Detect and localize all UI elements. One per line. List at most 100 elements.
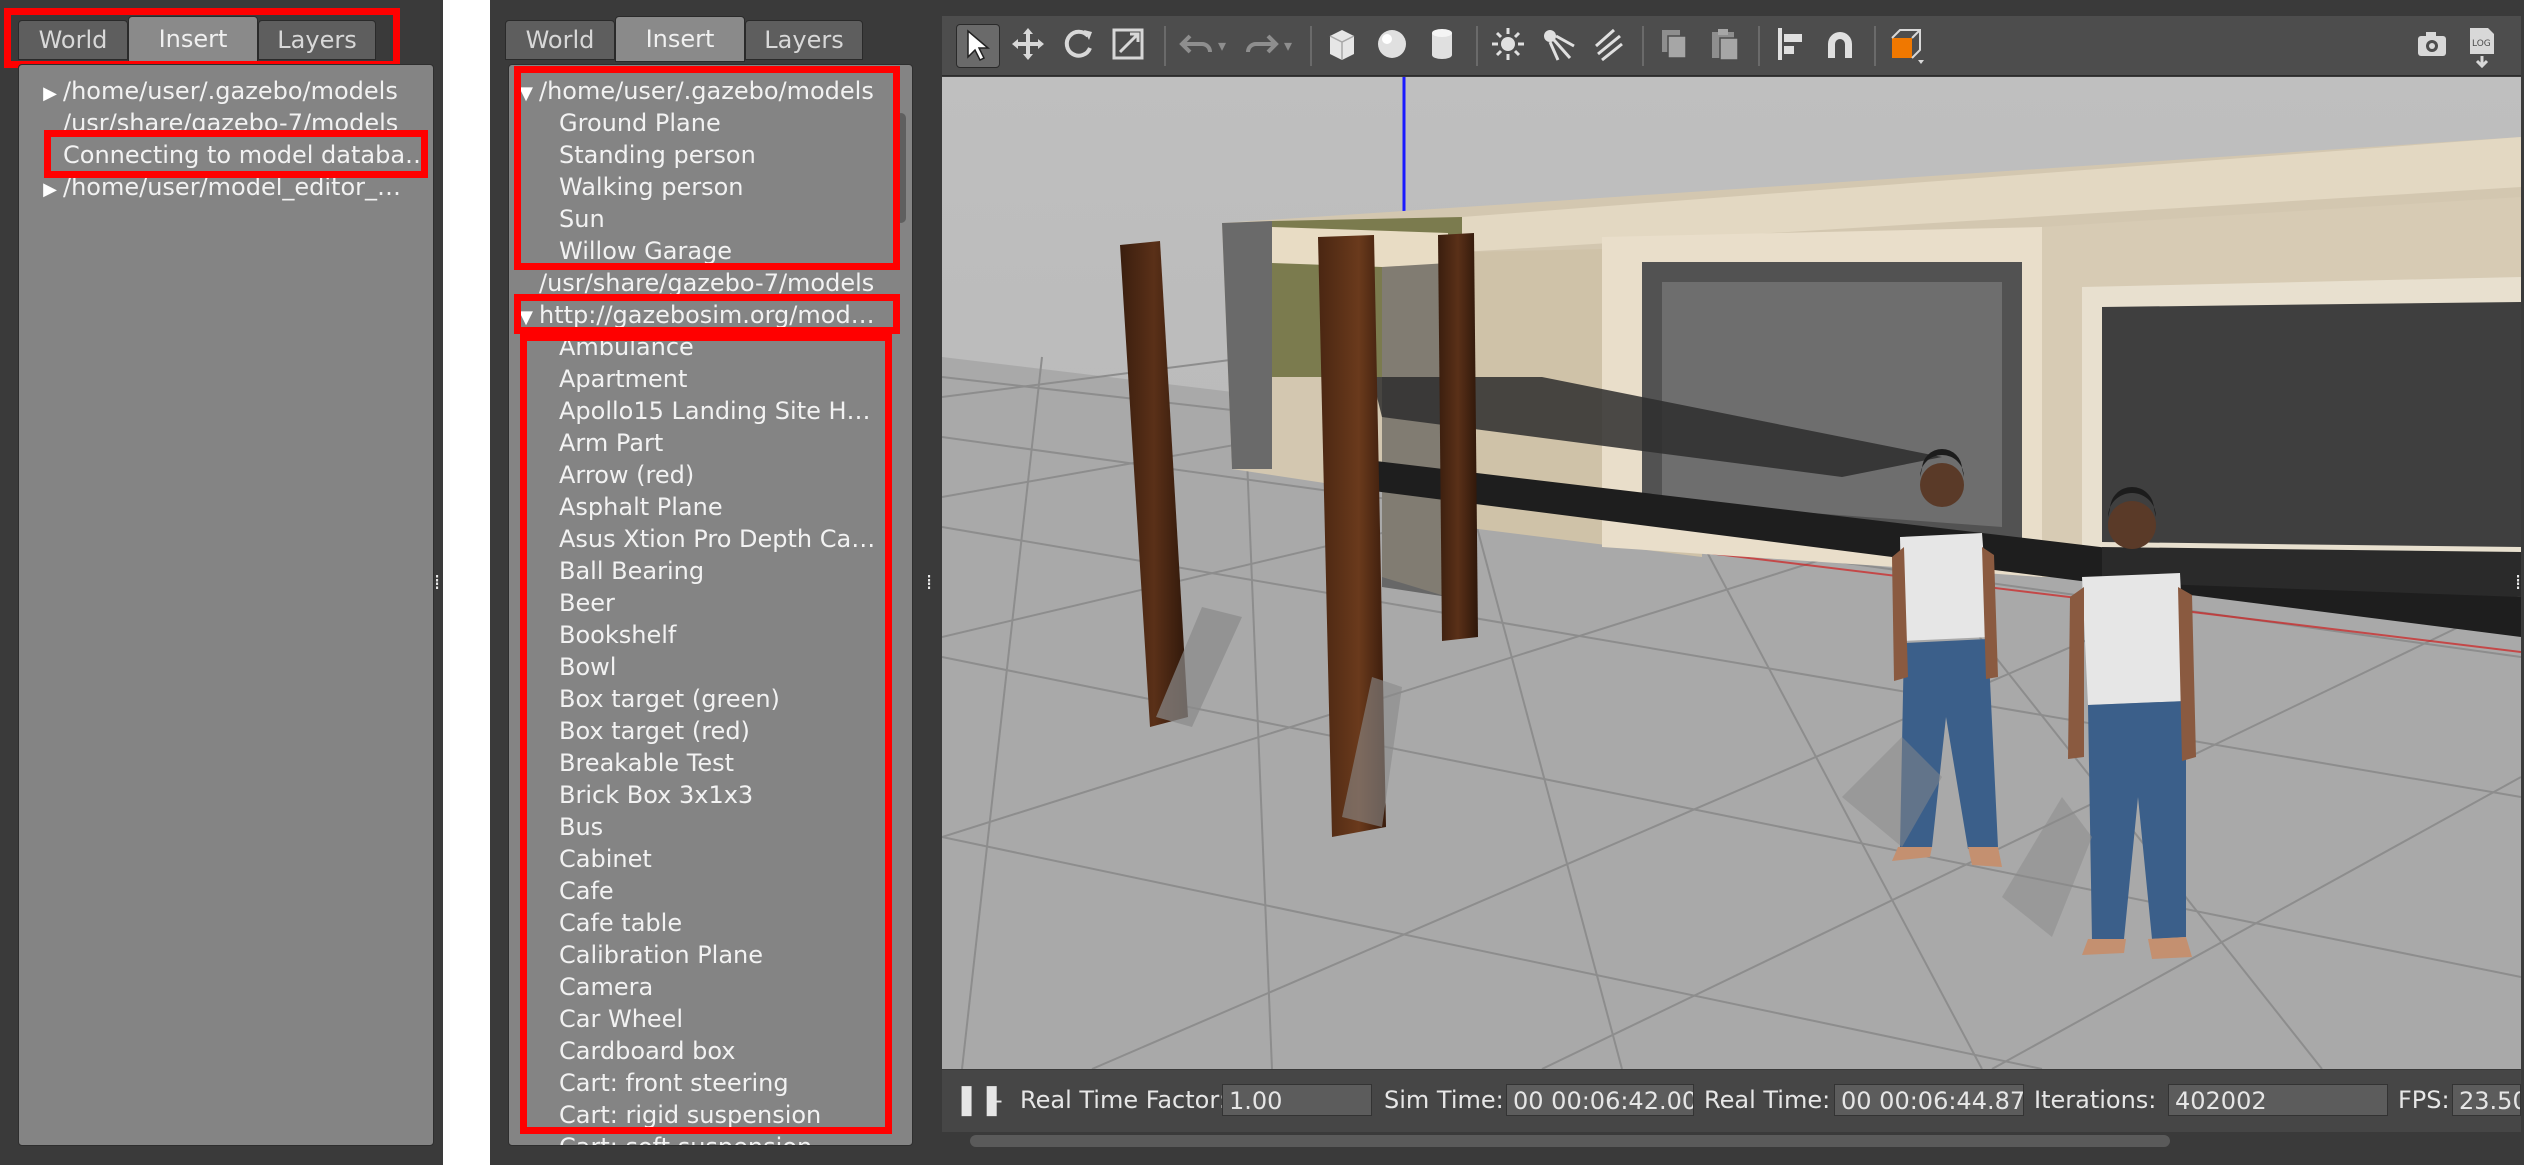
tree-item-home-models[interactable]: ▼/home/user/.gazebo/models — [513, 75, 912, 107]
screenshot-icon[interactable] — [2410, 24, 2454, 68]
tree-item-connecting-database[interactable]: Connecting to model databa… — [37, 139, 433, 171]
fps-label: FPS: — [2398, 1086, 2450, 1114]
fps-value: 23.50 — [2452, 1084, 2521, 1116]
horizontal-scrollbar[interactable] — [970, 1135, 2170, 1147]
left-gazebo-panel: World Insert Layers ▶/home/user/.gazebo/… — [0, 0, 443, 1165]
tree-item-label: /home/user/model_editor_… — [63, 173, 402, 201]
copy-icon[interactable] — [1652, 24, 1696, 68]
expand-arrow-icon[interactable]: ▶ — [37, 174, 63, 203]
sim-time-value: 00 00:06:42.002 — [1506, 1084, 1694, 1116]
toolbar-separator — [1758, 26, 1760, 66]
model-item[interactable]: Brick Box 3x1x3 — [559, 779, 892, 811]
cylinder-shape-icon[interactable] — [1420, 24, 1464, 68]
model-item[interactable]: Asus Xtion Pro Depth Ca… — [559, 523, 892, 555]
model-item[interactable]: Ground Plane — [559, 107, 912, 139]
model-item[interactable]: Ball Bearing — [559, 555, 892, 587]
iterations-value: 402002 — [2168, 1084, 2388, 1116]
tab-world[interactable]: World — [505, 20, 615, 60]
scene-render — [942, 77, 2521, 1069]
model-item[interactable]: Apartment — [559, 363, 892, 395]
tab-layers[interactable]: Layers — [745, 20, 863, 60]
model-item[interactable]: Bus — [559, 811, 892, 843]
model-item[interactable]: Cart: front steering — [559, 1067, 892, 1099]
toolbar-separator — [1642, 26, 1644, 66]
sim-time-label: Sim Time: — [1384, 1086, 1504, 1114]
point-light-icon[interactable] — [1486, 24, 1530, 68]
real-time-factor-value: 1.00 — [1222, 1084, 1372, 1116]
tree-item-label: http://gazebosim.org/mod… — [539, 301, 875, 329]
tab-world[interactable]: World — [18, 20, 128, 60]
model-item[interactable]: Willow Garage — [559, 235, 912, 267]
model-item[interactable]: Sun — [559, 203, 912, 235]
align-icon[interactable] — [1768, 24, 1812, 68]
model-item[interactable]: Apollo15 Landing Site H… — [559, 395, 892, 427]
tree-item-label: Connecting to model databa… — [63, 141, 430, 169]
log-icon[interactable]: LOG — [2460, 24, 2504, 69]
model-item[interactable]: Asphalt Plane — [559, 491, 892, 523]
tree-item-home-models[interactable]: ▶/home/user/.gazebo/models — [37, 75, 433, 107]
collapse-arrow-icon[interactable]: ▼ — [513, 78, 539, 107]
redo-dropdown-icon[interactable]: ▾ — [1276, 24, 1300, 68]
scale-icon[interactable] — [1106, 24, 1150, 68]
tab-insert[interactable]: Insert — [615, 16, 745, 62]
model-item[interactable]: Cafe — [559, 875, 892, 907]
spot-light-icon[interactable] — [1536, 24, 1580, 68]
model-item[interactable]: Cardboard box — [559, 1035, 892, 1067]
model-item[interactable]: Cart: rigid suspension — [559, 1099, 892, 1131]
real-time-value: 00 00:06:44.875 — [1834, 1084, 2024, 1116]
right-gazebo-window: World Insert Layers ▼/home/user/.gazebo/… — [490, 0, 2524, 1165]
model-item[interactable]: Standing person — [559, 139, 912, 171]
paste-icon[interactable] — [1702, 24, 1746, 68]
model-item[interactable]: Box target (red) — [559, 715, 892, 747]
splitter-handle-icon[interactable]: ⁞ — [925, 570, 933, 594]
model-item[interactable]: Arm Part — [559, 427, 892, 459]
tree-item-label: /home/user/.gazebo/models — [539, 77, 874, 105]
status-bar: ❚❚ - Real Time Factor: 1.00 Sim Time: 00… — [942, 1070, 2521, 1132]
collapse-arrow-icon[interactable]: ▼ — [513, 302, 539, 331]
select-arrow-icon[interactable] — [956, 24, 1000, 68]
view-angle-icon[interactable] — [1884, 24, 1928, 68]
tree-item-model-editor[interactable]: ▶/home/user/model_editor_… — [37, 171, 433, 203]
model-item[interactable]: Breakable Test — [559, 747, 892, 779]
snap-icon[interactable] — [1818, 24, 1862, 68]
model-item[interactable]: Car Wheel — [559, 1003, 892, 1035]
log-label: LOG — [2472, 39, 2491, 49]
splitter-handle-icon[interactable]: ⁞ — [2514, 570, 2522, 594]
directional-light-icon[interactable] — [1586, 24, 1630, 68]
toolbar-separator — [1310, 26, 1312, 66]
real-time-factor-label: Real Time Factor: — [1020, 1086, 1227, 1114]
model-item[interactable]: Beer — [559, 587, 892, 619]
real-time-label: Real Time: — [1704, 1086, 1831, 1114]
model-item[interactable]: Walking person — [559, 171, 912, 203]
model-item[interactable]: Cafe table — [559, 907, 892, 939]
rotate-icon[interactable] — [1056, 24, 1100, 68]
3d-viewport[interactable] — [942, 77, 2521, 1069]
undo-dropdown-icon[interactable]: ▾ — [1210, 24, 1234, 68]
translate-icon[interactable] — [1006, 24, 1050, 68]
tab-layers[interactable]: Layers — [258, 20, 376, 60]
splitter-handle-icon[interactable]: ⁞ — [433, 570, 441, 594]
model-tree-panel: ▶/home/user/.gazebo/models /usr/share/ga… — [18, 64, 434, 1146]
tab-insert[interactable]: Insert — [128, 16, 258, 62]
box-shape-icon[interactable] — [1320, 24, 1364, 68]
sphere-shape-icon[interactable] — [1370, 24, 1414, 68]
model-item[interactable]: Calibration Plane — [559, 939, 892, 971]
tree-item-online-models[interactable]: ▼ http://gazebosim.org/mod… — [513, 299, 912, 331]
model-item[interactable]: Bowl — [559, 651, 892, 683]
model-item[interactable]: Box target (green) — [559, 683, 892, 715]
toolbar-separator — [1164, 26, 1166, 66]
model-item[interactable]: Bookshelf — [559, 619, 892, 651]
toolbar-separator — [1476, 26, 1478, 66]
tree-item-system-models[interactable]: /usr/share/gazebo-7/models — [37, 107, 433, 139]
tree-item-system-models[interactable]: /usr/share/gazebo-7/models — [539, 267, 912, 299]
model-item[interactable]: Cabinet — [559, 843, 892, 875]
model-item[interactable]: Camera — [559, 971, 892, 1003]
status-dash: - — [994, 1086, 1003, 1114]
composite-screenshot: { "left_window": { "tabs": ["World", "In… — [0, 0, 2524, 1165]
model-item[interactable]: Arrow (red) — [559, 459, 892, 491]
model-item[interactable]: Cart: soft suspension — [559, 1131, 892, 1145]
main-toolbar: ▾ ▾ LOG — [942, 16, 2521, 76]
tree-item-label: /home/user/.gazebo/models — [63, 77, 398, 105]
expand-arrow-icon[interactable]: ▶ — [37, 78, 63, 107]
model-item[interactable]: Ambulance — [559, 331, 892, 363]
